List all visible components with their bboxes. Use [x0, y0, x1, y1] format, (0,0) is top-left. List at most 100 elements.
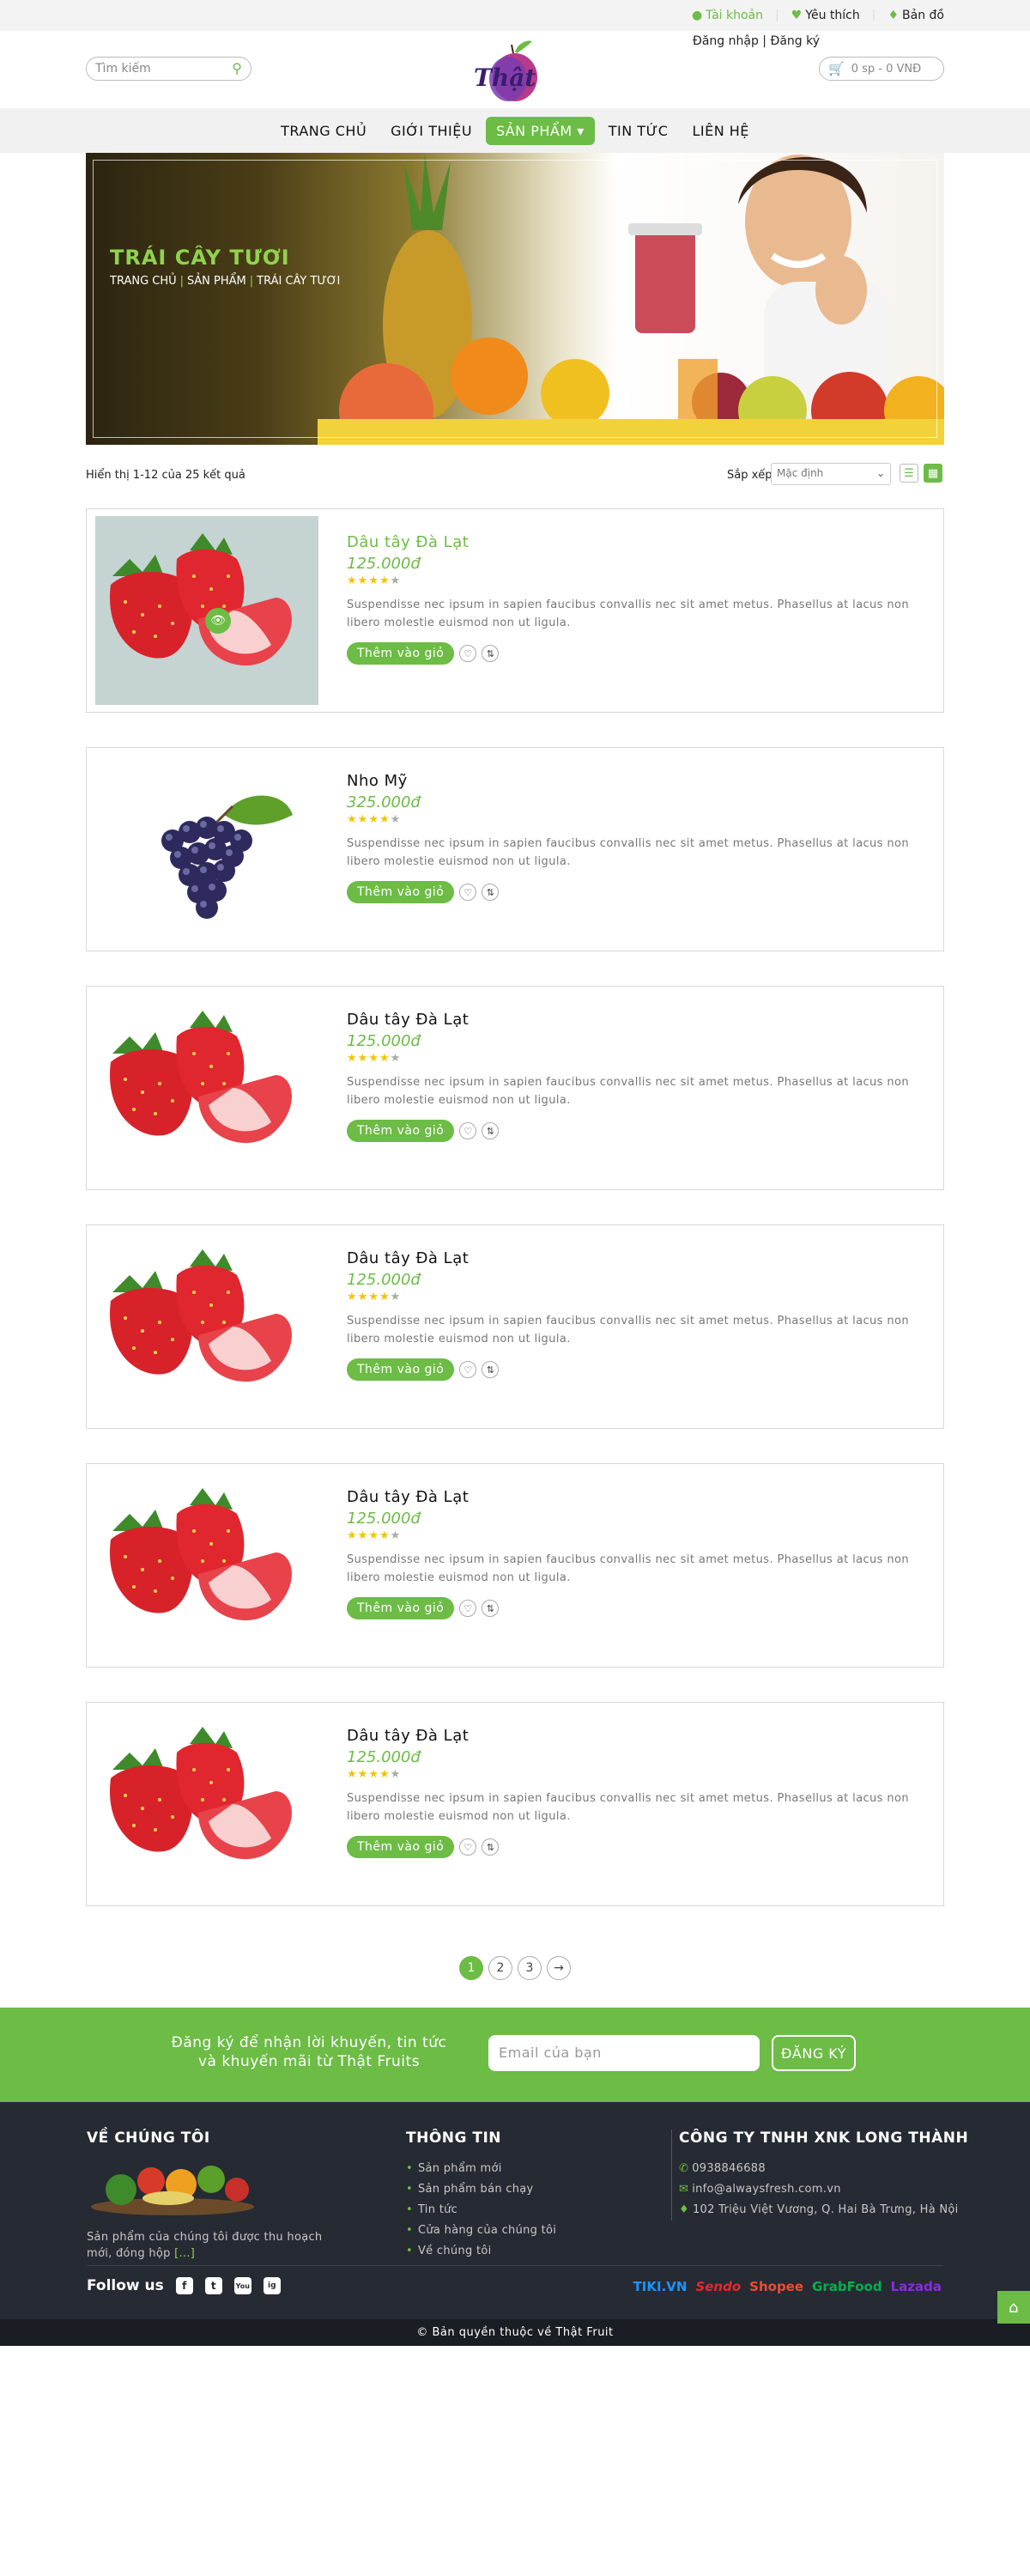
logo[interactable]: Thật [470, 36, 548, 108]
star-icon: ★ [390, 1529, 402, 1542]
nav-home[interactable]: TRANG CHỦ [270, 117, 377, 145]
compare-icon[interactable]: ⇅ [482, 1838, 500, 1856]
footer-info-link[interactable]: • Cửa hàng của chúng tôi [406, 2221, 556, 2241]
footer-about-text: Sản phẩm của chúng tôi được thu hoạch mớ… [87, 2231, 323, 2260]
product-info: Nho Mỹ 325.000đ ★★★★★ Suspendisse nec ip… [347, 772, 928, 903]
bullet-icon: • [406, 2245, 413, 2257]
wishlist-heart-icon[interactable]: ♡ [459, 645, 477, 662]
product-card[interactable]: Dâu tây Đà Lạt 125.000đ ★★★★★ Suspendiss… [86, 1702, 944, 1906]
add-to-cart-button[interactable]: Thêm vào giỏ [347, 1836, 455, 1858]
footer-info-link[interactable]: • Về chúng tôi [406, 2241, 556, 2262]
compare-icon[interactable]: ⇅ [482, 884, 500, 901]
product-card[interactable]: Dâu tây Đà Lạt 125.000đ ★★★★★ Suspendiss… [86, 986, 944, 1190]
product-image[interactable] [95, 755, 318, 944]
facebook-icon[interactable]: f [175, 2277, 193, 2294]
grabfood-logo[interactable]: GrabFood [812, 2279, 882, 2294]
compare-icon[interactable]: ⇅ [482, 1122, 500, 1139]
nav-contact[interactable]: LIÊN HỆ [682, 117, 759, 145]
page-1[interactable]: 1 [459, 1956, 483, 1980]
wishlist-heart-icon[interactable]: ♡ [459, 1361, 477, 1378]
wishlist-link[interactable]: ♥ Yêu thích [791, 9, 860, 22]
quick-view-icon[interactable]: 👁 [205, 608, 231, 634]
star-icon: ★ [347, 574, 358, 587]
map-link[interactable]: ♦ Bản đồ [888, 9, 944, 22]
search-icon[interactable]: ⚲ [232, 60, 242, 76]
read-more-link[interactable]: [...] [174, 2247, 195, 2260]
nav-products[interactable]: SẢN PHẨM ▾ [486, 116, 595, 145]
star-icon: ★ [347, 813, 358, 826]
product-image[interactable] [95, 993, 318, 1182]
wishlist-heart-icon[interactable]: ♡ [459, 1600, 477, 1617]
wishlist-heart-icon[interactable]: ♡ [459, 884, 477, 901]
breadcrumb-products[interactable]: SẢN PHẨM [187, 275, 246, 288]
home-icon[interactable]: ⌂ [997, 2291, 1030, 2324]
sort-select[interactable]: Mặc định ⌄ [771, 463, 891, 485]
footer-about: VỀ CHÚNG TÔI Sản phẩm của chúng tôi được… [87, 2129, 336, 2262]
lazada-logo[interactable]: Lazada [891, 2279, 942, 2294]
product-name[interactable]: Dâu tây Đà Lạt [347, 533, 469, 551]
footer-info-link[interactable]: • Sản phẩm mới [406, 2159, 556, 2179]
add-to-cart-button[interactable]: Thêm vào giỏ [347, 642, 455, 665]
product-name[interactable]: Dâu tây Đà Lạt [347, 1727, 469, 1745]
breadcrumb-current: TRÁI CÂY TƯƠI [257, 275, 341, 288]
product-price: 125.000đ [347, 1510, 421, 1528]
next-page-button[interactable]: → [547, 1956, 571, 1980]
star-icon: ★ [368, 574, 379, 587]
map-pin-icon: ♦ [679, 2203, 689, 2216]
product-name[interactable]: Dâu tây Đà Lạt [347, 1011, 469, 1029]
youtube-icon[interactable]: You [233, 2277, 251, 2294]
wishlist-heart-icon[interactable]: ♡ [459, 1838, 477, 1856]
product-image[interactable]: 👁 [95, 516, 318, 705]
add-to-cart-button[interactable]: Thêm vào giỏ [347, 881, 455, 903]
twitter-icon[interactable]: t [204, 2277, 222, 2294]
footer-info-link[interactable]: • Tin tức [406, 2200, 556, 2221]
star-icon: ★ [368, 1529, 379, 1542]
subscribe-button[interactable]: ĐĂNG KÝ [772, 2035, 856, 2071]
list-view-button[interactable]: ☰ [900, 464, 918, 483]
product-name[interactable]: Dâu tây Đà Lạt [347, 1488, 469, 1506]
account-link[interactable]: ● Tài khoản [692, 9, 763, 22]
copyright-bar: © Bản quyền thuộc về Thật Fruit ⌂ [0, 2291, 1030, 2346]
bullet-icon: • [406, 2183, 413, 2196]
tiki-logo[interactable]: TIKI.VN [633, 2279, 688, 2294]
grid-view-button[interactable]: ▦ [924, 464, 942, 483]
product-card[interactable]: Dâu tây Đà Lạt 125.000đ ★★★★★ Suspendiss… [86, 1463, 944, 1668]
product-image[interactable] [95, 1232, 318, 1421]
add-to-cart-button[interactable]: Thêm vào giỏ [347, 1358, 455, 1381]
nav-about[interactable]: GIỚI THIỆU [380, 117, 482, 145]
login-register-link[interactable]: Đăng nhập | Đăng ký [693, 34, 820, 48]
product-description: Suspendisse nec ipsum in sapien faucibus… [347, 598, 910, 629]
product-name[interactable]: Dâu tây Đà Lạt [347, 1249, 469, 1267]
footer-info-links: • Sản phẩm mới • Sản phẩm bán chạy • Tin tức •… [406, 2159, 556, 2262]
compare-icon[interactable]: ⇅ [482, 645, 500, 662]
product-card[interactable]: Nho Mỹ 325.000đ ★★★★★ Suspendisse nec ip… [86, 747, 944, 951]
product-card[interactable]: Dâu tây Đà Lạt 125.000đ ★★★★★ Suspendiss… [86, 1224, 944, 1429]
product-name[interactable]: Nho Mỹ [347, 772, 408, 790]
star-icon: ★ [390, 574, 402, 587]
add-to-cart-button[interactable]: Thêm vào giỏ [347, 1120, 455, 1142]
compare-icon[interactable]: ⇅ [482, 1361, 500, 1378]
instagram-icon[interactable]: ig [263, 2277, 281, 2294]
product-info: Dâu tây Đà Lạt 125.000đ ★★★★★ Suspendiss… [347, 1488, 928, 1619]
star-icon: ★ [347, 1052, 358, 1065]
product-card[interactable]: 👁 Dâu tây Đà Lạt 125.000đ ★★★★★ Suspendi… [86, 508, 944, 713]
shopee-logo[interactable]: Shopee [749, 2279, 803, 2294]
add-to-cart-button[interactable]: Thêm vào giỏ [347, 1597, 455, 1619]
sendo-logo[interactable]: Sendo [695, 2279, 741, 2294]
search-input[interactable]: Tìm kiếm ⚲ [86, 57, 251, 81]
cart-button[interactable]: 🛒 0 sp - 0 VNĐ [819, 57, 944, 81]
product-image[interactable] [95, 1471, 318, 1660]
newsletter-email-input[interactable]: Email của bạn [488, 2035, 760, 2071]
product-price: 125.000đ [347, 1271, 421, 1289]
footer-info-link[interactable]: • Sản phẩm bán chạy [406, 2179, 556, 2200]
list-icon: ☰ [904, 466, 914, 480]
breadcrumb-home[interactable]: TRANG CHỦ [110, 275, 177, 288]
product-info: Dâu tây Đà Lạt 125.000đ ★★★★★ Suspendiss… [347, 1011, 928, 1142]
nav-news[interactable]: TIN TỨC [598, 117, 679, 145]
page-2[interactable]: 2 [488, 1956, 512, 1980]
page-3[interactable]: 3 [518, 1956, 542, 1980]
wishlist-heart-icon[interactable]: ♡ [459, 1122, 477, 1139]
product-image[interactable] [95, 1710, 318, 1899]
compare-icon[interactable]: ⇅ [482, 1600, 500, 1617]
search-placeholder: Tìm kiếm [95, 62, 151, 76]
